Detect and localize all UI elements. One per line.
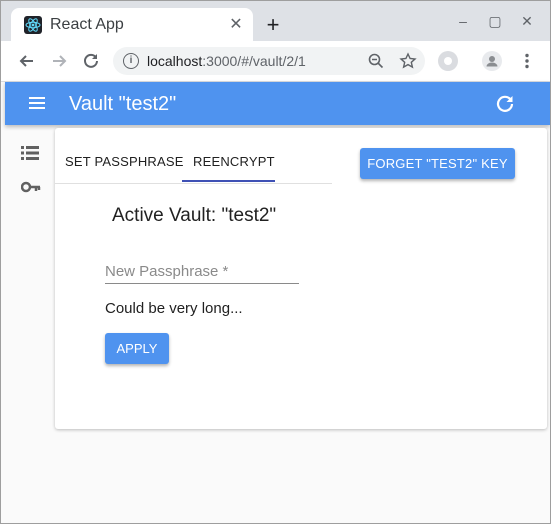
key-icon[interactable] <box>21 179 41 195</box>
refresh-icon[interactable] <box>494 93 516 115</box>
zoom-out-icon[interactable] <box>367 52 385 70</box>
window-close-icon[interactable]: ✕ <box>519 13 535 29</box>
forward-arrow-icon[interactable] <box>49 51 69 71</box>
tab-close-icon[interactable]: ✕ <box>227 16 245 34</box>
kebab-menu-icon[interactable] <box>517 51 537 71</box>
star-icon[interactable] <box>399 52 417 70</box>
info-icon[interactable]: i <box>123 53 139 69</box>
app-title: Vault "test2" <box>69 93 177 115</box>
maximize-icon[interactable]: ▢ <box>487 13 503 29</box>
apply-button[interactable]: APPLY <box>105 333 169 364</box>
new-passphrase-input[interactable] <box>105 259 299 284</box>
reload-icon[interactable] <box>81 51 101 71</box>
new-tab-button[interactable]: + <box>263 14 283 36</box>
list-icon[interactable] <box>21 145 39 161</box>
vault-card: SET PASSPHRASE REENCRYPT FORGET "TEST2" … <box>55 128 547 429</box>
profile-icon[interactable] <box>482 51 502 71</box>
url-text: localhost:3000/#/vault/2/1 <box>147 53 306 69</box>
tab-title: React App <box>50 16 124 33</box>
browser-toolbar: i localhost:3000/#/vault/2/1 <box>1 41 550 82</box>
extension-icon[interactable] <box>438 51 458 71</box>
tab-bar: SET PASSPHRASE REENCRYPT <box>55 128 332 184</box>
active-vault-heading: Active Vault: "test2" <box>112 205 277 226</box>
browser-tab[interactable]: React App ✕ <box>11 8 253 41</box>
forget-key-button[interactable]: FORGET "TEST2" KEY <box>360 148 515 179</box>
react-logo-icon <box>24 16 42 34</box>
app-bar: Vault "test2" <box>5 82 550 125</box>
hamburger-icon[interactable] <box>29 97 45 109</box>
minimize-icon[interactable]: – <box>455 13 471 29</box>
active-tab-indicator <box>182 180 275 182</box>
passphrase-hint: Could be very long... <box>105 300 243 317</box>
tab-set-passphrase[interactable]: SET PASSPHRASE <box>65 154 184 170</box>
tab-strip: React App ✕ + – ▢ ✕ <box>1 1 550 41</box>
browser-window: React App ✕ + – ▢ ✕ i localhost:3000/#/v… <box>0 0 551 524</box>
address-bar[interactable]: i localhost:3000/#/vault/2/1 <box>113 47 425 75</box>
back-arrow-icon[interactable] <box>17 51 37 71</box>
tab-reencrypt[interactable]: REENCRYPT <box>193 154 275 170</box>
